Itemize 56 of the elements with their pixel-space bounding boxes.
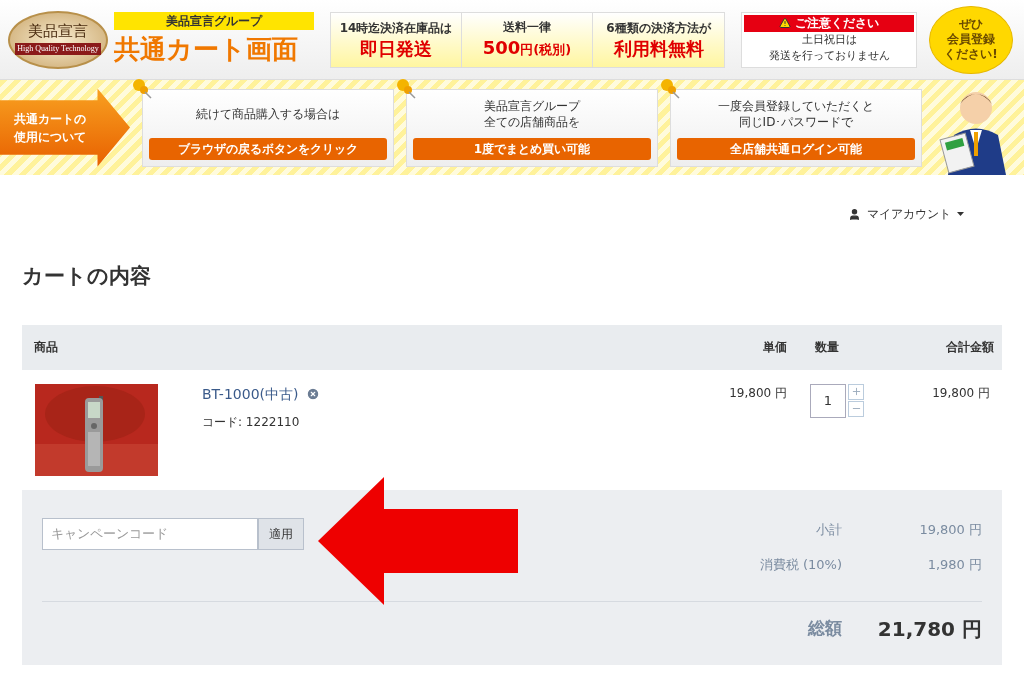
- info-card-text: 一度会員登録していただくと: [718, 97, 874, 114]
- group-label: 美品宣言グループ: [114, 11, 314, 30]
- summary-value: 19,800 円: [918, 520, 982, 539]
- caret-icon: [957, 212, 964, 216]
- notice-text: 発送を行っておりません: [768, 47, 890, 64]
- feature-caption: 送料一律: [503, 18, 551, 36]
- column-header: 数量: [814, 339, 840, 356]
- summary-label: 小計: [815, 520, 842, 539]
- pushpin-icon: [131, 77, 153, 100]
- feature-caption: 6種類の決済方法が: [606, 19, 711, 37]
- quantity-field[interactable]: 1: [810, 383, 846, 418]
- logo-subtitle: High Quality Technology: [15, 43, 101, 55]
- feature-highlight: 利用料無料: [613, 36, 704, 61]
- total-label: 総額: [806, 616, 842, 640]
- banner-heading: 共通カート画面: [114, 32, 299, 66]
- feature-highlight: 500円(税別): [482, 35, 572, 60]
- column-header: 単価: [762, 339, 787, 356]
- info-card-text: 全ての店舗商品を: [484, 113, 580, 130]
- bubble-text: ください!: [944, 47, 998, 62]
- info-card-banner: ブラウザの戻るボタンをクリック: [149, 137, 387, 160]
- remove-icon[interactable]: [306, 387, 321, 401]
- bubble-text: ぜひ: [959, 17, 983, 32]
- account-menu[interactable]: マイアカウント: [848, 205, 964, 223]
- plus-icon: [850, 386, 862, 397]
- notice-text: 土日祝日は: [801, 31, 857, 48]
- cart-title: カートの内容: [22, 263, 151, 290]
- summary-label: 消費税 (10%): [758, 556, 842, 574]
- info-card-text: 続けて商品購入する場合は: [196, 105, 340, 122]
- bubble-text: 会員登録: [947, 32, 995, 47]
- summary-value: 1,980 円: [926, 556, 982, 574]
- info-card-text: 同じID･パスワードで: [738, 113, 854, 130]
- warning-icon: [779, 17, 791, 29]
- feature-caption: 14時迄決済在庫品は: [339, 19, 453, 37]
- logo-title: 美品宣言: [28, 24, 88, 39]
- product-link[interactable]: BT-1000(中古): [202, 383, 299, 405]
- feature-highlight: 即日発送: [360, 36, 432, 61]
- apply-button[interactable]: 適用: [258, 517, 304, 550]
- campaign-code-field[interactable]: キャンペーンコード: [42, 517, 258, 550]
- product-code: コード: 1222110: [202, 413, 301, 431]
- info-card-banner: 全店舗共通ログイン可能: [677, 137, 915, 160]
- total-value: 21,780 円: [876, 615, 982, 643]
- arrow-icon: [318, 477, 520, 607]
- decrement-button[interactable]: [848, 400, 864, 417]
- pushpin-icon: [659, 77, 681, 100]
- column-header: 合計金額: [945, 339, 995, 356]
- info-card-banner: 1度でまとめ買い可能: [413, 137, 651, 160]
- row-total: 19,800 円: [931, 384, 991, 402]
- info-label-text: 共通カートの: [14, 110, 87, 128]
- info-card-text: 美品宣言グループ: [484, 97, 580, 114]
- pushpin-icon: [395, 77, 417, 100]
- unit-price: 19,800 円: [728, 384, 787, 402]
- increment-button[interactable]: [848, 383, 864, 400]
- column-header: 商品: [33, 339, 59, 356]
- info-label-text: 使用について: [14, 128, 87, 146]
- notice-title: ご注意ください: [795, 15, 879, 31]
- user-icon: [848, 207, 861, 221]
